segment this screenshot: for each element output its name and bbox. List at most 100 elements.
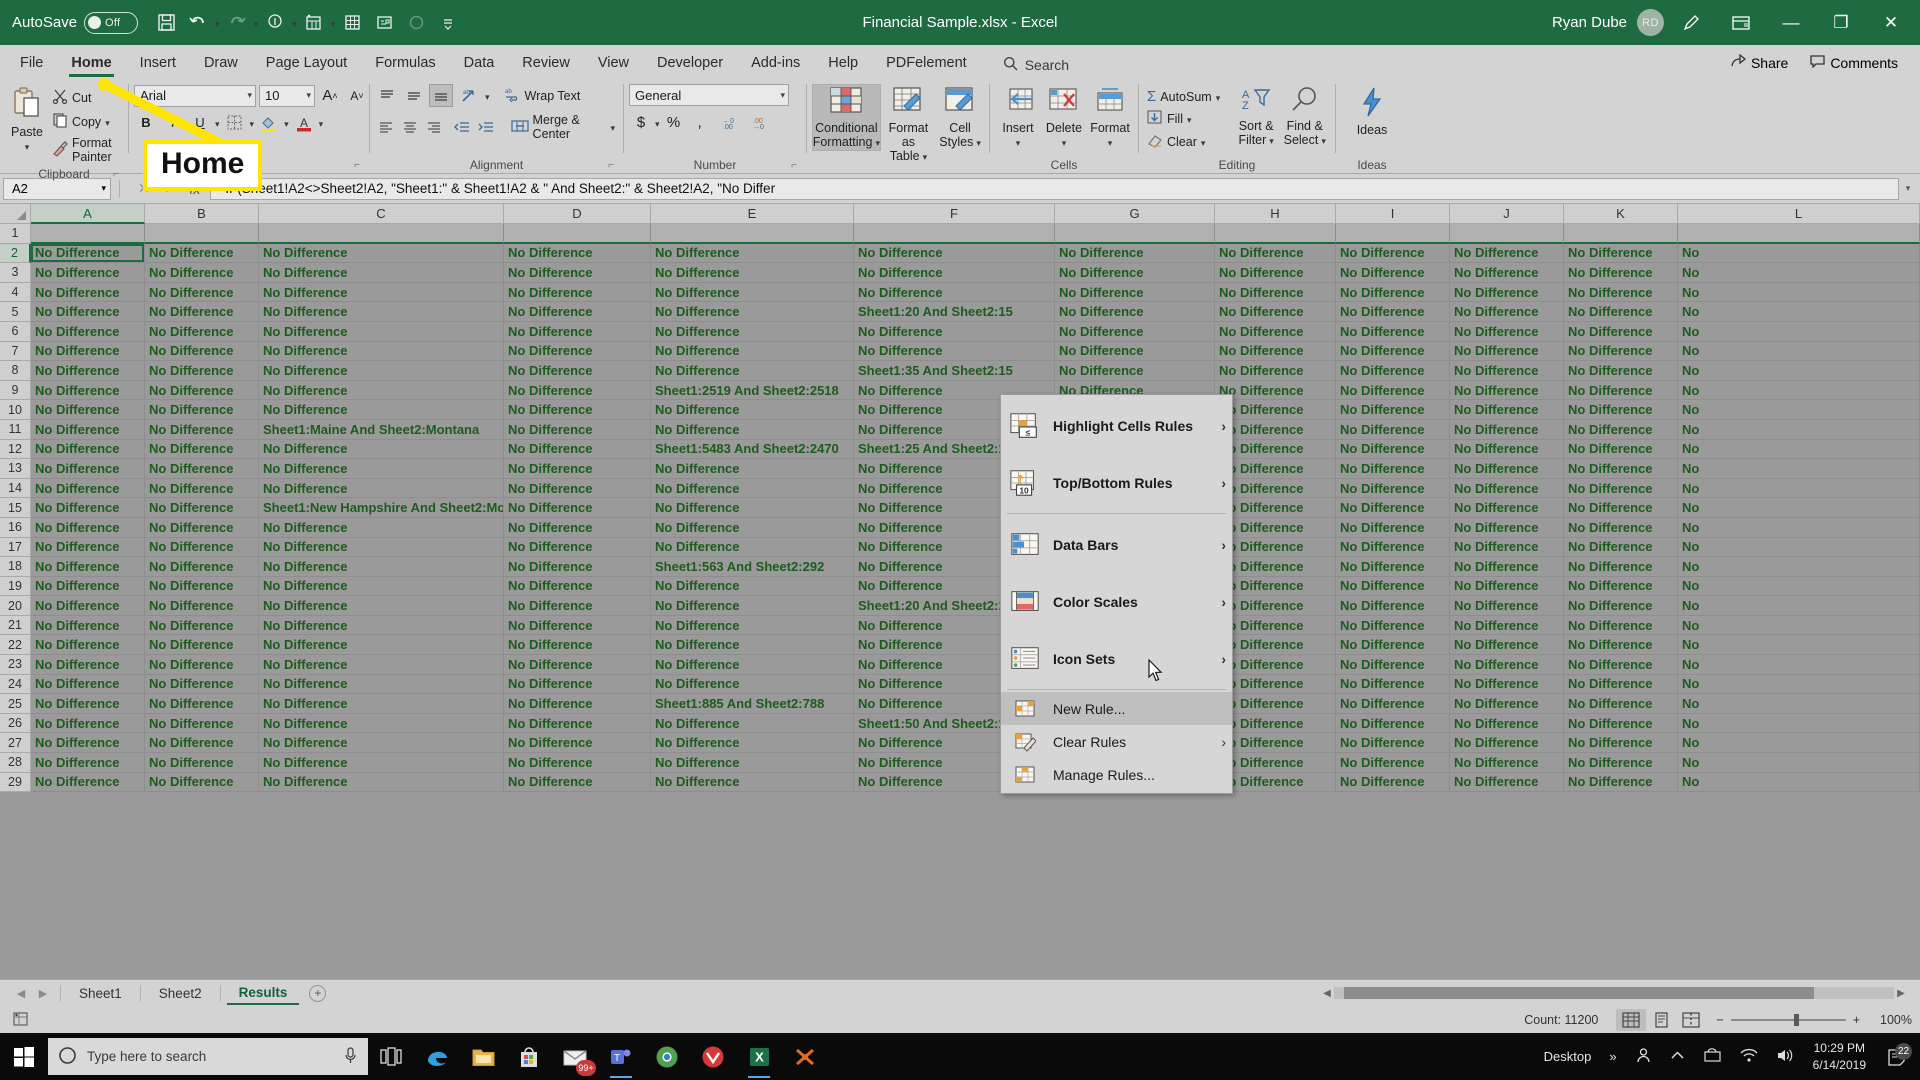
cell-L21[interactable]: No bbox=[1678, 615, 1920, 636]
next-sheet-icon[interactable]: ▶ bbox=[32, 987, 54, 1000]
column-header-B[interactable]: B bbox=[145, 204, 259, 224]
formula-input[interactable]: =IF(Sheet1!A2<>Sheet2!A2, "Sheet1:" & Sh… bbox=[210, 177, 1899, 200]
cell-I14[interactable]: No Difference bbox=[1336, 478, 1450, 499]
cell-I15[interactable]: No Difference bbox=[1336, 498, 1450, 518]
cell-K12[interactable]: No Difference bbox=[1564, 439, 1678, 460]
cell-D12[interactable]: No Difference bbox=[504, 439, 651, 460]
number-dialog-launcher-icon[interactable]: ⌐ bbox=[791, 158, 797, 174]
cell-L18[interactable]: No bbox=[1678, 557, 1920, 577]
row-header-19[interactable]: 19 bbox=[0, 576, 31, 597]
start-button-icon[interactable] bbox=[0, 1033, 48, 1080]
new-sheet-dropdown-icon[interactable] bbox=[331, 14, 336, 32]
cell-B19[interactable]: No Difference bbox=[145, 576, 259, 597]
redo-dropdown-icon[interactable] bbox=[254, 14, 259, 32]
cell-D10[interactable]: No Difference bbox=[504, 400, 651, 420]
cell-F4[interactable]: No Difference bbox=[854, 282, 1055, 303]
cell-J11[interactable]: No Difference bbox=[1450, 419, 1564, 440]
cell-C21[interactable]: No Difference bbox=[259, 615, 504, 636]
cut-button[interactable]: Cut bbox=[49, 86, 123, 109]
cell-J9[interactable]: No Difference bbox=[1450, 380, 1564, 401]
row-header-15[interactable]: 15 bbox=[0, 498, 31, 518]
orientation-dropdown-icon[interactable] bbox=[485, 87, 490, 105]
cell-L1[interactable] bbox=[1678, 224, 1920, 244]
zoom-thumb[interactable] bbox=[1793, 1013, 1799, 1026]
cell-K14[interactable]: No Difference bbox=[1564, 478, 1678, 499]
cell-J10[interactable]: No Difference bbox=[1450, 400, 1564, 420]
cell-J14[interactable]: No Difference bbox=[1450, 478, 1564, 499]
cell-B4[interactable]: No Difference bbox=[145, 282, 259, 303]
microsoft-store-icon[interactable] bbox=[506, 1033, 552, 1080]
autosum-dropdown-icon[interactable] bbox=[1216, 90, 1221, 104]
cell-E21[interactable]: No Difference bbox=[651, 615, 854, 636]
cell-J12[interactable]: No Difference bbox=[1450, 439, 1564, 460]
cell-J5[interactable]: No Difference bbox=[1450, 302, 1564, 322]
copy-button[interactable]: Copy bbox=[49, 110, 123, 133]
cell-D9[interactable]: No Difference bbox=[504, 380, 651, 401]
cell-K8[interactable]: No Difference bbox=[1564, 361, 1678, 381]
fill-color-dropdown-icon[interactable] bbox=[284, 114, 289, 132]
zoom-slider[interactable]: − + bbox=[1706, 1013, 1870, 1027]
sheet-tab-sheet2[interactable]: Sheet2 bbox=[147, 983, 214, 1004]
cell-J20[interactable]: No Difference bbox=[1450, 596, 1564, 616]
table-icon[interactable] bbox=[337, 8, 367, 38]
merge-center-button[interactable]: Merge & Center bbox=[508, 111, 618, 143]
cell-C14[interactable]: No Difference bbox=[259, 478, 504, 499]
cell-L13[interactable]: No bbox=[1678, 459, 1920, 479]
format-painter-button[interactable]: Format Painter bbox=[49, 134, 123, 166]
cell-E11[interactable]: No Difference bbox=[651, 419, 854, 440]
refresh-icon[interactable] bbox=[401, 8, 431, 38]
cell-J29[interactable]: No Difference bbox=[1450, 772, 1564, 793]
cell-C9[interactable]: No Difference bbox=[259, 380, 504, 401]
column-header-G[interactable]: G bbox=[1055, 204, 1215, 224]
cell-styles-button[interactable]: Cell Styles bbox=[936, 84, 984, 151]
paste-button[interactable]: Paste bbox=[5, 84, 49, 155]
share-button[interactable]: Share bbox=[1723, 51, 1796, 74]
cell-B8[interactable]: No Difference bbox=[145, 361, 259, 381]
cell-K21[interactable]: No Difference bbox=[1564, 615, 1678, 636]
cell-H15[interactable]: No Difference bbox=[1215, 498, 1336, 518]
increase-font-size-button[interactable]: A ˄ bbox=[318, 84, 342, 107]
cell-L25[interactable]: No bbox=[1678, 694, 1920, 714]
cell-D25[interactable]: No Difference bbox=[504, 694, 651, 714]
tab-draw[interactable]: Draw bbox=[190, 50, 252, 78]
chrome-icon[interactable] bbox=[644, 1033, 690, 1080]
ideas-button[interactable]: Ideas bbox=[1344, 84, 1400, 139]
cell-E23[interactable]: No Difference bbox=[651, 655, 854, 675]
cell-L15[interactable]: No bbox=[1678, 498, 1920, 518]
column-header-H[interactable]: H bbox=[1215, 204, 1336, 224]
cell-I7[interactable]: No Difference bbox=[1336, 341, 1450, 362]
cell-A26[interactable]: No Difference bbox=[31, 713, 145, 734]
row-header-2[interactable]: 2 bbox=[0, 243, 31, 264]
cell-E5[interactable]: No Difference bbox=[651, 302, 854, 322]
cell-K29[interactable]: No Difference bbox=[1564, 772, 1678, 793]
cell-I1[interactable] bbox=[1336, 224, 1450, 244]
cell-I25[interactable]: No Difference bbox=[1336, 694, 1450, 714]
cell-H8[interactable]: No Difference bbox=[1215, 361, 1336, 381]
cell-L17[interactable]: No bbox=[1678, 537, 1920, 558]
column-header-D[interactable]: D bbox=[504, 204, 651, 224]
cell-C1[interactable] bbox=[259, 224, 504, 244]
borders-button[interactable] bbox=[223, 111, 247, 134]
cell-G3[interactable]: No Difference bbox=[1055, 263, 1215, 283]
cell-H26[interactable]: No Difference bbox=[1215, 713, 1336, 734]
cell-J4[interactable]: No Difference bbox=[1450, 282, 1564, 303]
cell-E7[interactable]: No Difference bbox=[651, 341, 854, 362]
fill-button[interactable]: Fill bbox=[1144, 108, 1233, 130]
cell-D27[interactable]: No Difference bbox=[504, 733, 651, 754]
cell-D3[interactable]: No Difference bbox=[504, 263, 651, 283]
cell-K23[interactable]: No Difference bbox=[1564, 655, 1678, 675]
cell-B28[interactable]: No Difference bbox=[145, 753, 259, 773]
row-header-1[interactable]: 1 bbox=[0, 224, 31, 244]
cell-D15[interactable]: No Difference bbox=[504, 498, 651, 518]
cell-B24[interactable]: No Difference bbox=[145, 674, 259, 695]
menu-item-clear-rules[interactable]: Clear Rules › bbox=[1001, 725, 1232, 758]
cell-B21[interactable]: No Difference bbox=[145, 615, 259, 636]
cell-I5[interactable]: No Difference bbox=[1336, 302, 1450, 322]
underline-button[interactable]: U bbox=[188, 111, 212, 134]
cell-B15[interactable]: No Difference bbox=[145, 498, 259, 518]
search-input[interactable]: Search bbox=[1003, 56, 1069, 78]
cell-A29[interactable]: No Difference bbox=[31, 772, 145, 793]
cell-E10[interactable]: No Difference bbox=[651, 400, 854, 420]
cell-D8[interactable]: No Difference bbox=[504, 361, 651, 381]
cell-I11[interactable]: No Difference bbox=[1336, 419, 1450, 440]
